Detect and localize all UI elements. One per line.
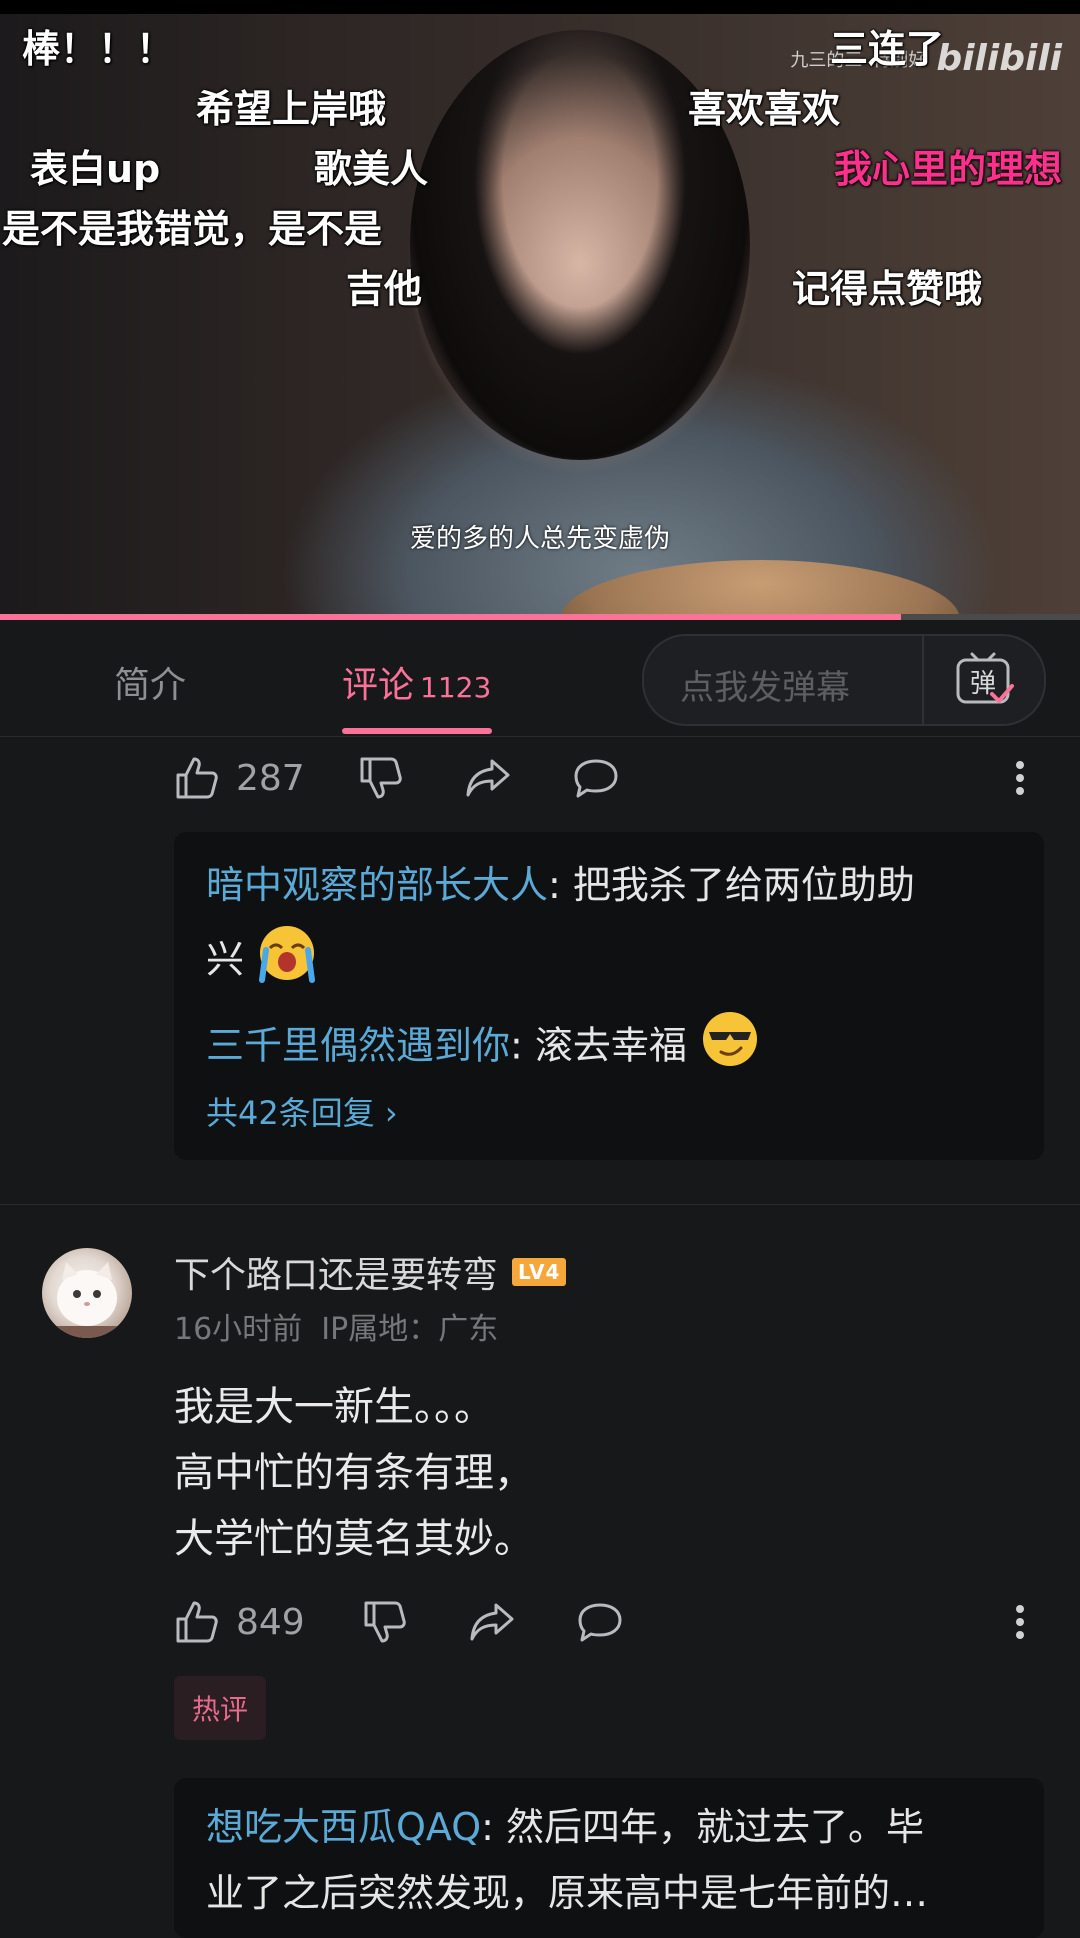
comment-meta: 16小时前 IP属地：广东 [174,1304,498,1348]
comment-body: 我是大一新生。。。 高中忙的有条有理， 大学忙的莫名其妙。 [174,1384,534,1562]
reply-item-continued: 业了之后突然发现，原来高中是七年前的… [206,1871,929,1915]
view-more-replies-link[interactable]: 共42条回复 › [206,1088,398,1134]
comment-ip: IP属地：广东 [321,1312,499,1347]
more-vertical-icon [1016,761,1024,795]
comment-bubble-icon [578,1603,622,1642]
more-vertical-icon [1016,1605,1024,1639]
reply-button[interactable] [576,1592,624,1652]
reply-preview-box[interactable]: 想吃大西瓜QAQ: 然后四年，就过去了。毕 业了之后突然发现，原来高中是七年前的… [174,1778,1044,1938]
reply-item: 暗中观察的部长大人: 把我杀了给两位助助 [206,863,915,907]
comment-author[interactable]: 下个路口还是要转弯 LV4 [174,1246,567,1298]
tab-comments[interactable]: 评论 1123 [342,656,491,708]
tab-comments-label: 评论 [342,665,415,706]
thumbs-down-icon [364,1601,406,1643]
danmaku-input-placeholder: 点我发弹幕 [680,668,850,708]
danmaku-comment: 吉他 [346,267,423,311]
tab-intro[interactable]: 简介 [114,656,186,708]
comment-action-row: 287 [0,748,1080,808]
comment-time: 16小时前 [174,1312,303,1347]
dislike-button[interactable] [362,1592,408,1652]
reply-button[interactable] [572,748,620,808]
comment-action-row: 849 [0,1592,1080,1652]
like-button[interactable]: 287 [174,748,305,808]
danmaku-comment: 表白up [30,147,161,191]
like-button[interactable]: 849 [174,1592,305,1652]
danmaku-toggle-icon[interactable]: 弹 [954,650,1014,710]
share-button[interactable] [464,748,512,808]
reply-item: 想吃大西瓜QAQ: 然后四年，就过去了。毕 [206,1805,925,1849]
comment-divider [0,1204,1080,1205]
hot-comment-badge: 热评 [174,1676,267,1740]
more-options-button[interactable] [1008,1592,1032,1652]
thumbs-down-icon [360,757,402,799]
danmaku-comment: 记得点赞哦 [792,267,983,311]
share-icon [470,1603,514,1641]
reply-username[interactable]: 暗中观察的部长大人 [206,863,548,907]
comment-count: 1123 [420,671,492,704]
danmaku-comment: 我心里的理想 [834,147,1063,191]
danmaku-comment: 是不是我错觉，是不是 [2,207,383,251]
danmaku-comment: 歌美人 [314,147,429,191]
video-player[interactable]: 九三的三 特别好 bilibili 棒！！！ 三连了 希望上岸哦 喜欢喜欢 表白u… [0,0,1080,620]
danmaku-comment: 三连了 [830,27,945,71]
tab-active-indicator [342,728,492,734]
sunglasses-emoji-icon [699,1008,761,1088]
danmaku-comment: 希望上岸哦 [196,87,387,131]
share-icon [466,759,510,797]
reply-item-continued: 兴 [206,922,1012,1002]
reply-item: 三千里偶然遇到你: 滚去幸福 [206,1008,1012,1088]
cat-avatar-icon [42,1262,132,1338]
comment-bubble-icon [574,759,618,798]
share-button[interactable] [468,1592,516,1652]
bilibili-logo: bilibili [936,38,1062,79]
thumbs-up-icon [176,1601,218,1643]
dislike-button[interactable] [358,748,404,808]
like-count: 849 [236,1601,305,1643]
danmaku-comment: 棒！！！ [22,27,175,71]
avatar[interactable] [42,1248,132,1338]
reply-username[interactable]: 三千里偶然遇到你 [206,1024,510,1068]
danmaku-input-divider [922,636,924,724]
level-badge: LV4 [512,1258,567,1286]
reply-preview-box[interactable]: 暗中观察的部长大人: 把我杀了给两位助助 兴 三千里偶然遇到你: 滚去幸福 共4… [174,832,1044,1160]
video-subtitle: 爱的多的人总先变虚伪 [409,524,670,554]
reply-username[interactable]: 想吃大西瓜QAQ [206,1805,481,1849]
danmaku-comment: 喜欢喜欢 [688,87,841,131]
like-count: 287 [236,757,305,799]
thumbs-up-icon [176,757,218,799]
crying-emoji-icon [256,922,318,1002]
comment-username: 下个路口还是要转弯 [174,1255,499,1296]
danmaku-input[interactable]: 点我发弹幕 弹 [642,634,1046,726]
more-options-button[interactable] [1008,748,1032,808]
